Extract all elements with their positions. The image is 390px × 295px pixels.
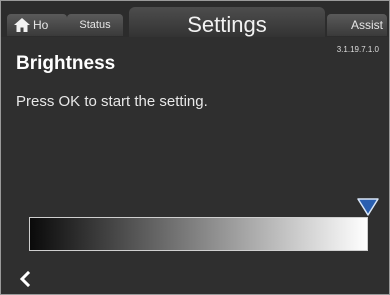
level-marker-icon[interactable] <box>357 198 379 216</box>
page-title: Settings <box>187 12 267 37</box>
tab-assist[interactable]: Assist <box>327 14 387 36</box>
back-arrow-icon[interactable] <box>17 271 33 287</box>
version-number: 3.1.19.7.1.0 <box>336 45 379 54</box>
setting-heading: Brightness <box>16 53 116 74</box>
top-bar: Ho Status Settings Assist <box>1 1 389 37</box>
home-icon <box>14 18 30 32</box>
tab-assist-label: Assist <box>350 18 383 32</box>
tab-home[interactable]: Ho <box>7 14 67 36</box>
tab-status-label: Status <box>79 19 111 31</box>
tab-status[interactable]: Status <box>67 14 123 36</box>
device-screen: Ho Status Settings Assist 3.1.19.7.1.0 B… <box>0 0 390 295</box>
tab-home-label: Ho <box>33 18 49 32</box>
brightness-gradient-bar[interactable] <box>29 217 368 251</box>
instruction-text: Press OK to start the setting. <box>16 93 208 110</box>
